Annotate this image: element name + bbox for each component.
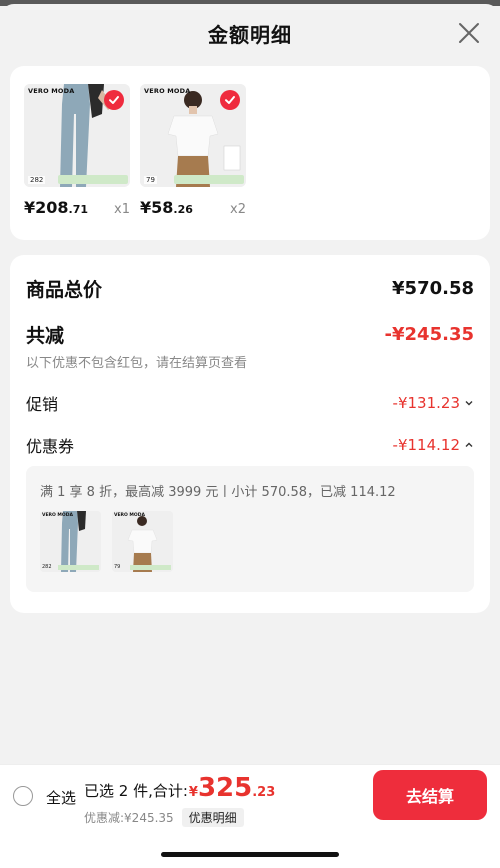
product-price: ¥58 [140,198,174,217]
product-item[interactable]: VERO MODA 79 ¥58 .26 x2 [140,84,246,217]
price-detail-card: 商品总价 ¥570.58 共减 -¥245.35 以下优惠不包含红包，请在结算页… [10,255,490,613]
reduce-row: 共减 -¥245.35 [26,321,474,348]
product-price: ¥208 [24,198,69,217]
product-code: 282 [42,564,52,570]
checkout-button[interactable]: 去结算 [373,770,487,820]
total-row: 商品总价 ¥570.58 [26,275,474,302]
promo-label: 促销 [26,395,59,414]
reduce-label: 共减 [26,325,65,347]
total-value: ¥570.58 [392,278,474,299]
products-card: VERO MODA 282 ¥208 .71 x1 VERO MODA 79 ¥… [10,66,490,240]
currency-symbol: ¥ [188,785,198,800]
summary-label: 已选 2 件,合计: [84,782,188,800]
home-indicator [161,852,339,857]
selected-check-icon[interactable] [220,90,240,110]
discount-line: 优惠减:¥245.35 优惠明细 [84,808,244,827]
product-image[interactable]: VERO MODA 282 [24,84,130,187]
jeans-illustration [40,511,101,572]
order-summary: 已选 2 件,合计: ¥ 325 .23 [84,773,275,803]
coupon-detail-box: 满 1 享 8 折，最高减 3999 元丨小计 570.58，已减 114.12… [26,466,474,592]
total-label: 商品总价 [26,279,103,301]
product-code: 79 [114,564,121,570]
reduce-value: -¥245.35 [384,324,474,345]
brand-label: VERO MODA [28,87,75,95]
close-icon[interactable] [458,22,480,44]
coupon-description: 满 1 享 8 折，最高减 3999 元丨小计 570.58，已减 114.12 [40,485,396,500]
info-strip [58,565,99,570]
sheet-header: 金额明细 [0,4,500,62]
info-strip [58,175,128,184]
discount-detail-button[interactable]: 优惠明细 [181,808,244,827]
product-image[interactable]: VERO MODA 79 [140,84,246,187]
select-all-radio[interactable] [13,786,33,806]
product-code: 79 [144,176,157,184]
selected-check-icon[interactable] [104,90,124,110]
coupon-row[interactable]: 优惠券 -¥114.12 [26,433,474,457]
tshirt-illustration [112,511,173,572]
discount-note: 以下优惠不包含红包，请在结算页查看 [26,356,248,371]
brand-label: VERO MODA [144,87,191,95]
info-strip [130,565,171,570]
promo-row[interactable]: 促销 -¥131.23 [26,391,474,415]
chevron-up-icon[interactable] [464,440,474,450]
brand-label: VERO MODA [114,513,145,518]
sheet-title: 金额明细 [208,22,292,47]
coupon-label: 优惠券 [26,437,75,456]
total-amount-decimal: .23 [252,785,276,800]
promo-value: -¥131.23 [392,394,460,412]
total-amount: 325 [197,773,253,803]
coupon-product-thumb: VERO MODA 282 [40,511,101,572]
product-item[interactable]: VERO MODA 282 ¥208 .71 x1 [24,84,130,217]
coupon-product-thumb: VERO MODA 79 [112,511,173,572]
brand-label: VERO MODA [42,513,73,518]
select-all-label[interactable]: 全选 [46,787,76,808]
product-price-decimal: .26 [173,203,193,216]
chevron-down-icon[interactable] [464,398,474,408]
discount-amount: 优惠减:¥245.35 [84,811,174,825]
product-code: 282 [28,176,46,184]
product-quantity: x2 [230,202,246,217]
product-quantity: x1 [114,202,130,217]
product-price-decimal: .71 [68,203,89,216]
coupon-value: -¥114.12 [392,436,460,454]
info-strip [174,175,244,184]
